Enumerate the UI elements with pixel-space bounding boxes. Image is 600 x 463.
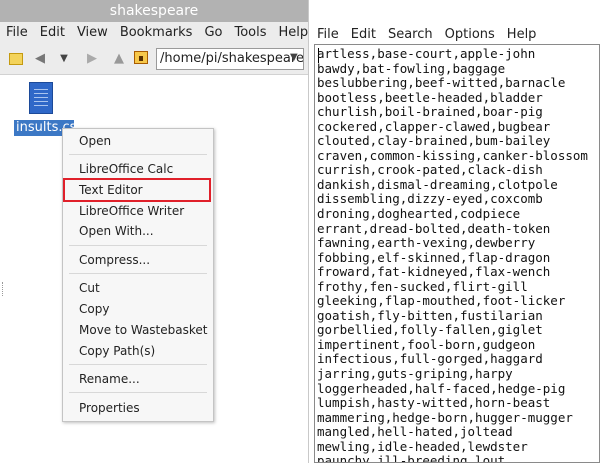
menu-tools[interactable]: Tools bbox=[228, 22, 272, 44]
editor-text-line: loggerheaded,half-faced,hedge-pig bbox=[317, 380, 566, 396]
editor-text-line: craven,common-kissing,canker-blossom bbox=[317, 147, 588, 163]
menu-item-properties[interactable]: Properties bbox=[63, 398, 213, 418]
editor-text-line: gorbellied,folly-fallen,giglet bbox=[317, 322, 543, 338]
forward-arrow-icon[interactable]: ▶ bbox=[82, 48, 102, 68]
menu-item-compress[interactable]: Compress... bbox=[63, 250, 213, 270]
editor-text-line: churlish,boil-brained,boar-pig bbox=[317, 104, 543, 120]
editor-lines: artless,base-court,apple-john bawdy,bat-f… bbox=[317, 46, 588, 463]
editor-text-line: infectious,full-gorged,haggard bbox=[317, 351, 543, 367]
menu-item-libreoffice-calc[interactable]: LibreOffice Calc bbox=[63, 159, 213, 179]
context-menu: Open LibreOffice Calc Text Editor LibreO… bbox=[62, 128, 214, 422]
editor-text-line: jarring,guts-griping,harpy bbox=[317, 366, 513, 382]
editor-text-line: gleeking,flap-mouthed,foot-licker bbox=[317, 293, 566, 309]
editor-text-line: artless,base-court,apple-john bbox=[317, 46, 536, 61]
menu-separator bbox=[69, 392, 207, 393]
menu-item-open-with[interactable]: Open With... bbox=[63, 221, 213, 241]
menu-item-copy-paths[interactable]: Copy Path(s) bbox=[63, 341, 213, 361]
menu-file[interactable]: File bbox=[0, 22, 34, 44]
editor-text-line: impertinent,fool-born,gudgeon bbox=[317, 336, 536, 352]
editor-text-line: mammering,hedge-born,hugger-mugger bbox=[317, 409, 573, 425]
editor-text-area[interactable]: artless,base-court,apple-john bawdy,bat-f… bbox=[314, 44, 600, 463]
new-bookmark-icon[interactable] bbox=[9, 53, 23, 65]
editor-text-line: fawning,earth-vexing,dewberry bbox=[317, 235, 536, 251]
menu-item-rename[interactable]: Rename... bbox=[63, 369, 213, 389]
home-icon[interactable] bbox=[134, 51, 148, 64]
text-editor-highlight-box bbox=[63, 178, 211, 202]
window-title: shakespeare bbox=[0, 0, 308, 22]
editor-menu-file[interactable]: File bbox=[310, 24, 344, 46]
editor-text-line: dankish,dismal-dreaming,clotpole bbox=[317, 176, 558, 192]
editor-text-line: cockered,clapper-clawed,bugbear bbox=[317, 118, 551, 134]
editor-text-line: currish,crook-pated,clack-dish bbox=[317, 162, 543, 178]
menu-edit[interactable]: Edit bbox=[34, 22, 71, 44]
editor-text-line: bawdy,bat-fowling,baggage bbox=[317, 60, 506, 76]
editor-text-line: paunchy,ill-breeding,lout bbox=[317, 453, 506, 463]
menu-separator bbox=[69, 273, 207, 274]
menu-separator bbox=[69, 154, 207, 155]
text-editor-window: File Edit Search Options Help artless,ba… bbox=[310, 0, 600, 463]
history-dropdown-icon[interactable]: ▼ bbox=[57, 48, 71, 68]
menu-item-copy[interactable]: Copy bbox=[63, 299, 213, 319]
editor-text-line: lumpish,hasty-witted,horn-beast bbox=[317, 395, 551, 411]
path-input[interactable]: /home/pi/shakespeare bbox=[156, 48, 304, 70]
menu-bar: File Edit View Bookmarks Go Tools Help bbox=[0, 22, 308, 44]
editor-text-line: bootless,beetle-headed,bladder bbox=[317, 89, 543, 105]
editor-menu-edit[interactable]: Edit bbox=[344, 24, 381, 46]
menu-help[interactable]: Help bbox=[273, 22, 308, 44]
menu-item-cut[interactable]: Cut bbox=[63, 278, 213, 298]
menu-view[interactable]: View bbox=[71, 22, 114, 44]
editor-menu-search[interactable]: Search bbox=[381, 24, 438, 46]
menu-bookmarks[interactable]: Bookmarks bbox=[114, 22, 199, 44]
up-arrow-icon[interactable]: ▲ bbox=[109, 48, 129, 68]
menu-item-open[interactable]: Open bbox=[63, 131, 213, 151]
menu-separator bbox=[69, 245, 207, 246]
editor-text-line: frothy,fen-sucked,flirt-gill bbox=[317, 278, 528, 294]
editor-text-line: droning,doghearted,codpiece bbox=[317, 206, 521, 222]
editor-text-line: errant,dread-bolted,death-token bbox=[317, 220, 551, 236]
editor-text-line: beslubbering,beef-witted,barnacle bbox=[317, 75, 566, 91]
document-icon[interactable] bbox=[29, 82, 53, 114]
editor-text-line: fobbing,elf-skinned,flap-dragon bbox=[317, 249, 551, 265]
back-arrow-icon[interactable]: ◀ bbox=[30, 48, 50, 68]
menu-separator bbox=[69, 364, 207, 365]
editor-text-line: froward,fat-kidneyed,flax-wench bbox=[317, 264, 551, 280]
menu-item-move-to-wastebasket[interactable]: Move to Wastebasket bbox=[63, 320, 213, 340]
editor-menu-bar: File Edit Search Options Help bbox=[310, 24, 600, 46]
editor-text-line: goatish,fly-bitten,fustilarian bbox=[317, 307, 543, 323]
menu-go[interactable]: Go bbox=[198, 22, 228, 44]
editor-text-line: mewling,idle-headed,lewdster bbox=[317, 438, 528, 454]
editor-text-line: clouted,clay-brained,bum-bailey bbox=[317, 133, 551, 149]
editor-menu-help[interactable]: Help bbox=[500, 24, 542, 46]
editor-text-line: dissembling,dizzy-eyed,coxcomb bbox=[317, 191, 543, 207]
editor-menu-options[interactable]: Options bbox=[438, 24, 500, 46]
menu-item-libreoffice-writer[interactable]: LibreOffice Writer bbox=[63, 201, 213, 221]
path-dropdown-icon[interactable]: ▼ bbox=[290, 52, 298, 63]
editor-text-line: mangled,hell-hated,joltead bbox=[317, 424, 513, 440]
pane-resize-handle[interactable] bbox=[2, 282, 5, 296]
editor-title-bar bbox=[310, 0, 600, 22]
